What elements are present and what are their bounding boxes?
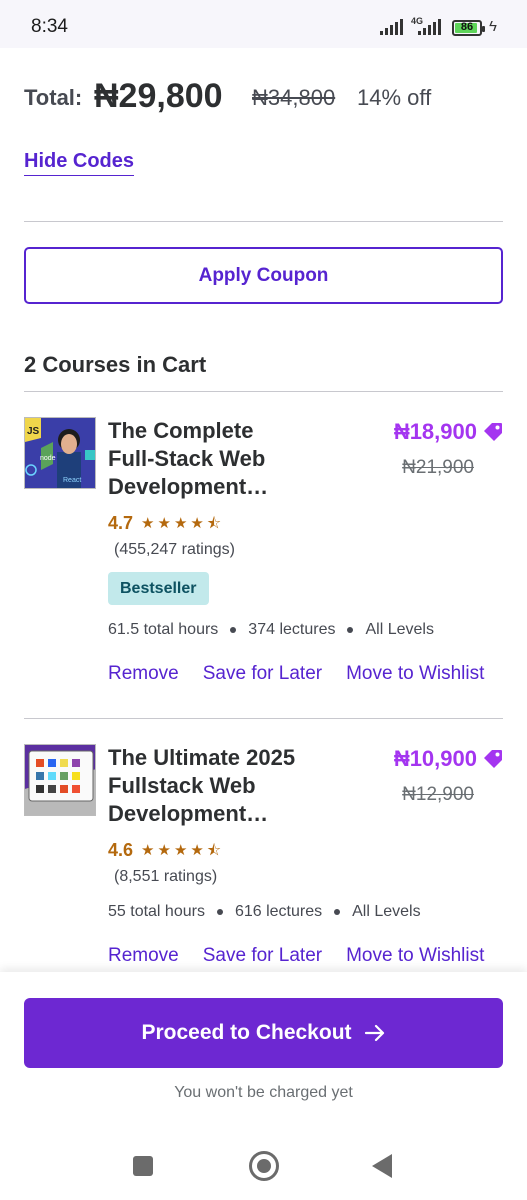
recents-icon[interactable]	[133, 1156, 153, 1176]
arrow-right-icon	[364, 1024, 384, 1042]
star-icon: ★	[190, 842, 204, 859]
svg-text:JS: JS	[27, 426, 40, 437]
course-original-price: ₦12,900	[402, 784, 474, 805]
course-rating: 4.6 ★ ★ ★ ★ ⯪	[108, 840, 221, 861]
rating-stars: ★ ★ ★ ★ ⯪	[141, 516, 221, 531]
checkout-note: You won't be charged yet	[174, 1084, 353, 1101]
total-discount: 14% off	[357, 85, 432, 110]
tag-icon	[484, 423, 502, 441]
checkout-panel: Proceed to Checkout You won't be charged…	[0, 972, 527, 1130]
star-icon: ★	[157, 842, 171, 859]
course-thumbnail[interactable]: JS node React	[24, 417, 96, 489]
remove-button[interactable]: Remove	[108, 663, 179, 685]
divider	[24, 718, 503, 719]
total-label: Total:	[24, 85, 83, 110]
tag-icon	[484, 750, 502, 768]
ratings-count: (455,247 ratings)	[114, 541, 235, 558]
star-half-icon: ⯪	[206, 842, 222, 859]
system-nav-bar	[0, 1130, 527, 1200]
remove-button[interactable]: Remove	[108, 945, 179, 967]
ratings-count: (8,551 ratings)	[114, 868, 218, 885]
course-meta: 55 total hours 616 lectures All Levels	[108, 903, 421, 920]
course-thumbnail[interactable]	[24, 744, 96, 816]
course-price: ₦10,900	[394, 746, 503, 772]
move-to-wishlist-button[interactable]: Move to Wishlist	[346, 945, 484, 967]
cart-heading: 2 Courses in Cart	[24, 352, 207, 377]
apply-coupon-button[interactable]: Apply Coupon	[24, 247, 503, 304]
save-for-later-button[interactable]: Save for Later	[203, 945, 322, 967]
signal-icon	[380, 19, 403, 35]
battery-level: 86	[460, 21, 474, 33]
star-icon: ★	[157, 515, 171, 532]
signal-4g-icon	[418, 19, 441, 35]
divider	[24, 391, 503, 392]
course-price: ₦18,900	[394, 419, 503, 445]
save-for-later-button[interactable]: Save for Later	[203, 663, 322, 685]
star-icon: ★	[173, 842, 188, 859]
course-title[interactable]: The Complete Full-Stack Web Development…	[108, 417, 358, 501]
cart-course-item[interactable]: The Ultimate 2025 Fullstack Web Developm…	[24, 744, 503, 974]
total-price: ₦29,800	[94, 77, 223, 115]
course-meta: 61.5 total hours 374 lectures All Levels	[108, 621, 434, 638]
course-title[interactable]: The Ultimate 2025 Fullstack Web Developm…	[108, 744, 358, 828]
star-icon: ★	[141, 515, 155, 532]
status-bar: 8:34 4G 86 ϟ	[0, 0, 527, 48]
charging-icon: ϟ	[489, 18, 497, 35]
rating-value: 4.7	[108, 513, 134, 533]
battery-icon: 86	[452, 20, 485, 36]
back-icon[interactable]	[372, 1154, 392, 1178]
home-icon[interactable]	[249, 1151, 279, 1181]
proceed-to-checkout-button[interactable]: Proceed to Checkout	[24, 998, 503, 1068]
status-time: 8:34	[31, 16, 68, 37]
svg-text:React: React	[63, 477, 81, 484]
rating-stars: ★ ★ ★ ★ ⯪	[141, 843, 221, 858]
course-actions: Remove Save for Later Move to Wishlist	[108, 945, 484, 967]
course-rating: 4.7 ★ ★ ★ ★ ⯪	[108, 513, 221, 534]
star-icon: ★	[173, 515, 188, 532]
hide-codes-link[interactable]: Hide Codes	[24, 150, 135, 176]
star-icon: ★	[190, 515, 204, 532]
cart-course-item[interactable]: JS node React The Complete Full-Stack We…	[24, 417, 503, 697]
svg-text:node: node	[40, 455, 56, 462]
rating-value: 4.6	[108, 840, 134, 860]
move-to-wishlist-button[interactable]: Move to Wishlist	[346, 663, 484, 685]
star-icon: ★	[141, 842, 155, 859]
course-original-price: ₦21,900	[402, 457, 474, 478]
star-half-icon: ⯪	[206, 515, 222, 532]
bestseller-badge: Bestseller	[108, 572, 209, 605]
course-actions: Remove Save for Later Move to Wishlist	[108, 663, 484, 685]
total-original-price: ₦34,800	[252, 85, 336, 110]
divider	[24, 221, 503, 222]
